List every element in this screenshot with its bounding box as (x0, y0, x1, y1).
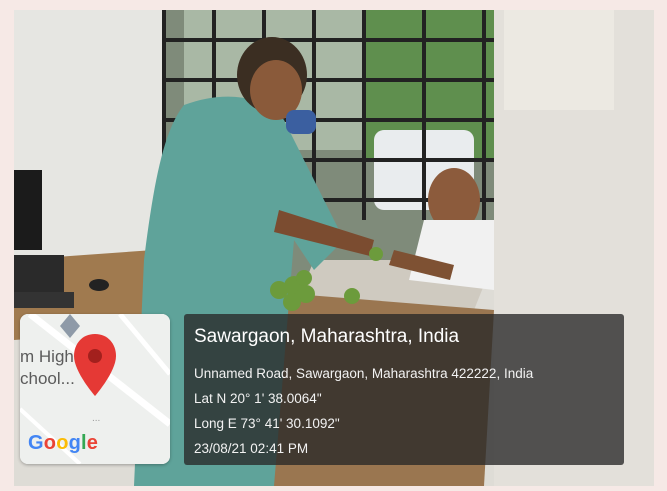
google-logo: Google (28, 432, 98, 455)
google-logo-letter: o (56, 432, 69, 454)
google-logo-letter: g (68, 432, 82, 454)
google-logo-letter: G (28, 432, 44, 454)
location-latitude: Lat N 20° 1' 38.0064" (194, 391, 322, 406)
location-address: Unnamed Road, Sawargaon, Maharashtra 422… (194, 366, 534, 381)
map-thumbnail[interactable]: ... m High chool... Google (20, 314, 170, 464)
google-logo-letter: o (43, 432, 57, 454)
location-info-overlay: Sawargaon, Maharashtra, India Unnamed Ro… (184, 314, 624, 465)
location-title: Sawargaon, Maharashtra, India (194, 326, 460, 347)
location-longitude: Long E 73° 41' 30.1092" (194, 416, 340, 431)
location-datetime: 23/08/21 02:41 PM (194, 441, 309, 456)
google-logo-letter: e (86, 432, 99, 454)
